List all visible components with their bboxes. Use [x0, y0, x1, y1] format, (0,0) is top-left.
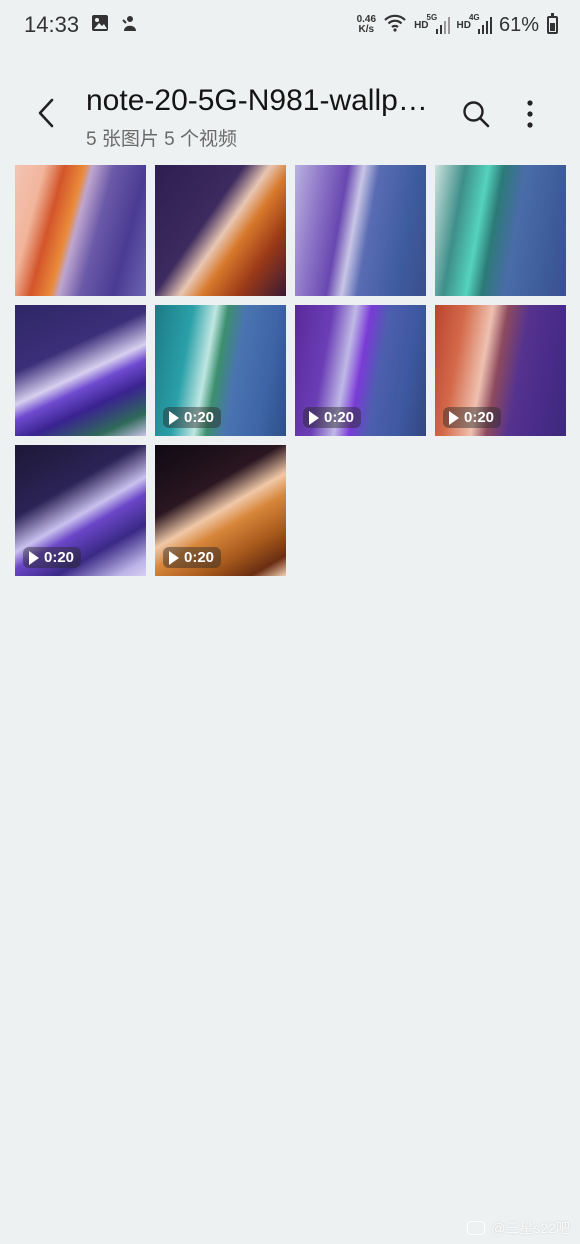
media-thumbnail[interactable]: 0:20 [435, 305, 566, 436]
video-duration: 0:20 [324, 409, 355, 426]
wallpaper-art [15, 165, 146, 296]
video-duration: 0:20 [44, 549, 75, 566]
more-options-button[interactable] [512, 96, 548, 132]
media-thumbnail[interactable] [295, 165, 426, 296]
sim1-network-tag: 5G [426, 13, 438, 22]
wifi-icon [383, 14, 407, 37]
chat-bubble-icon [467, 1221, 486, 1235]
media-thumbnail[interactable] [435, 165, 566, 296]
play-icon [169, 550, 179, 565]
video-duration-badge: 0:20 [443, 407, 502, 428]
media-thumbnail[interactable]: 0:20 [155, 305, 286, 436]
play-icon [169, 410, 179, 425]
play-icon [309, 410, 319, 425]
signal-icon-sim2: 4G [469, 13, 492, 34]
app-notification-icon [121, 14, 139, 37]
media-thumbnail[interactable]: 0:20 [295, 305, 426, 436]
media-grid: 0:20 0:20 0:20 0:20 0:20 [15, 165, 566, 576]
status-bar: 14:33 0.46 K/s HD 5G HD 4G 61% [0, 0, 580, 50]
wallpaper-art [155, 165, 286, 296]
wallpaper-art [435, 165, 566, 296]
more-vertical-icon [527, 100, 533, 128]
video-duration-badge: 0:20 [163, 407, 222, 428]
network-speed: 0.46 K/s [357, 15, 376, 35]
wallpaper-art [15, 305, 146, 436]
back-button[interactable] [28, 95, 64, 131]
signal-icon-sim1: 5G [427, 13, 450, 34]
battery-percent: 61% [498, 13, 539, 36]
album-subtitle: 5 张图片 5 个视频 [86, 129, 237, 150]
gallery-album-screen: 14:33 0.46 K/s HD 5G HD 4G 61% note-20-5… [0, 0, 580, 1244]
net-speed-unit: K/s [358, 24, 375, 35]
media-thumbnail[interactable]: 0:20 [155, 445, 286, 576]
status-right: 0.46 K/s HD 5G HD 4G 61% [357, 13, 558, 37]
battery-icon [547, 13, 558, 34]
video-duration-badge: 0:20 [23, 547, 82, 568]
video-duration: 0:20 [184, 549, 215, 566]
search-button[interactable] [458, 96, 494, 132]
status-left: 14:33 [24, 12, 139, 38]
media-thumbnail[interactable] [15, 165, 146, 296]
watermark: @三星s22吧 [467, 1218, 570, 1238]
status-time: 14:33 [24, 12, 80, 37]
play-icon [449, 410, 459, 425]
album-title: note-20-5G-N981-wallpapers [86, 84, 442, 117]
watermark-text: @三星s22吧 [491, 1220, 570, 1236]
video-duration-badge: 0:20 [303, 407, 362, 428]
back-arrow-icon [38, 98, 54, 128]
video-duration-badge: 0:20 [163, 547, 222, 568]
search-icon [463, 101, 490, 128]
video-duration: 0:20 [184, 409, 215, 426]
album-header: note-20-5G-N981-wallpapers 5 张图片 5 个视频 [0, 80, 580, 150]
media-thumbnail[interactable] [15, 305, 146, 436]
wallpaper-art [295, 165, 426, 296]
media-thumbnail[interactable] [155, 165, 286, 296]
gallery-notification-icon [91, 14, 109, 37]
video-duration: 0:20 [464, 409, 495, 426]
media-thumbnail[interactable]: 0:20 [15, 445, 146, 576]
sim2-network-tag: 4G [468, 13, 480, 22]
play-icon [29, 550, 39, 565]
